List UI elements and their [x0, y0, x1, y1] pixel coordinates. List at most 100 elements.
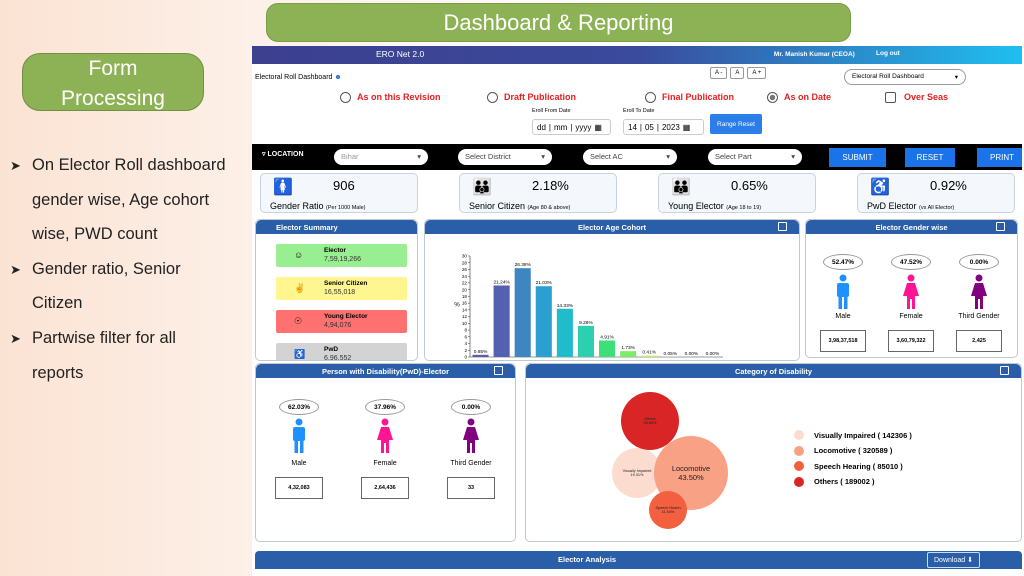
panel-title: Category of Disability — [734, 366, 813, 376]
kpi-card: 🚺 906 Gender Ratio (Per 1000 Male) — [260, 173, 418, 213]
bullet-text: Partwise filter for all — [32, 329, 176, 347]
gender-label: Male — [291, 460, 307, 467]
y-tick-label: 24 — [462, 274, 468, 279]
data-label: 4.91% — [600, 334, 614, 340]
third-gender-icon — [461, 418, 481, 456]
reset-button[interactable]: RESET — [905, 148, 955, 167]
expand-icon[interactable] — [778, 222, 787, 231]
logout-link[interactable]: Log out — [876, 50, 900, 57]
expand-icon[interactable] — [1000, 366, 1009, 375]
bullet-item: ➤ Partwise filter for all — [10, 329, 176, 348]
arrow-bullet-icon: ➤ — [10, 261, 21, 277]
kpi-value: 2.18% — [532, 178, 569, 193]
data-label: 21.03% — [536, 280, 553, 286]
ac-select[interactable]: Select AC ▾ — [583, 149, 677, 165]
bubble-percent: 19.31% — [630, 473, 644, 477]
y-tick-label: 20 — [462, 287, 468, 292]
radio-final-publication[interactable]: Final Publication — [645, 92, 734, 104]
summary-item: ♿ PwD 6,96,552 — [276, 343, 407, 360]
overseas-label: Over Seas — [904, 92, 949, 102]
download-button[interactable]: Download ⬇ — [927, 552, 980, 568]
x-tick-label: 50-59 — [557, 359, 569, 361]
elector-analysis-header: Elector Analysis Download ⬇ — [255, 551, 1022, 569]
font-decrease-button[interactable]: A - — [710, 67, 728, 79]
kpi-sublabel: (Age 18 to 19) — [726, 205, 762, 211]
gender-count: 3,60,79,322 — [888, 330, 934, 352]
overseas-checkbox[interactable]: Over Seas — [885, 92, 949, 104]
y-tick-label: 16 — [462, 301, 468, 306]
legend-name: Speech Hearing — [814, 461, 871, 471]
to-month: 05 — [644, 122, 654, 132]
bar-20-29 — [493, 285, 510, 357]
calendar-icon[interactable]: ▦ — [594, 123, 602, 132]
submit-button[interactable]: SUBMIT — [829, 148, 886, 167]
radio-as-on-this-revision[interactable]: As on this Revision — [340, 92, 441, 104]
summary-icon: ✌ — [294, 283, 306, 293]
expand-icon[interactable] — [996, 222, 1005, 231]
data-label: 0.65% — [474, 349, 488, 355]
user-label: Mr. Manish Kumar (CEOA) — [773, 51, 855, 58]
chevron-down-icon: ▾ — [666, 152, 670, 161]
third-gender-icon — [969, 274, 989, 312]
summary-item: ☉ Young Elector 4,94,076 — [276, 310, 407, 333]
from-date-input[interactable]: dd | mm | yyyy ▦ — [532, 119, 611, 135]
y-tick-label: 10 — [462, 321, 468, 326]
to-date-label: Eroll To Date — [623, 108, 655, 114]
summary-label: Young Elector — [324, 313, 368, 320]
radio-circle[interactable] — [645, 92, 656, 104]
kpi-label: PwD Elector (vs All Elector) — [867, 201, 954, 211]
user-name[interactable]: 👤 Mr. Manish Kumar (CEOA) — [764, 50, 855, 58]
part-select[interactable]: Select Part ▾ — [708, 149, 802, 165]
x-tick-label: 100-109 — [659, 359, 675, 361]
kpi-label-text: PwD Elector — [867, 201, 917, 211]
font-size-controls: A - A A + — [710, 67, 767, 79]
from-day: dd — [537, 122, 546, 132]
location-filter-bar: ▿ LOCATION Bihar ▾ Select District ▾ Selec… — [252, 144, 1022, 170]
bubble-label: Locomotive — [671, 464, 711, 473]
radio-circle[interactable] — [767, 92, 778, 104]
legend-count: 85010 — [877, 461, 899, 471]
radio-as-on-date[interactable]: As on Date — [767, 92, 831, 104]
percent-badge: 37.96% — [365, 399, 405, 415]
y-axis-label: % — [454, 303, 460, 309]
checkbox-box[interactable] — [885, 92, 896, 104]
legend-name: Visually Impaired — [814, 430, 876, 440]
location-text: LOCATION — [267, 151, 304, 158]
gender-label: Third Gender — [958, 313, 1000, 320]
female-icon — [901, 274, 921, 312]
state-select[interactable]: Bihar ▾ — [334, 149, 428, 165]
gender-panel: Elector Gender wise 52.47% Male 3,98,37,51… — [805, 219, 1018, 358]
panel-title: Elector Analysis — [558, 555, 617, 564]
legend-text: Others ( 189002 ) — [814, 477, 875, 486]
legend-item: Visually Impaired ( 142306 ) — [794, 430, 912, 440]
page-title: Electoral Roll Dashboard ☻ — [255, 74, 342, 81]
bar-50-59 — [556, 308, 573, 357]
kpi-label-text: Young Elector — [668, 201, 724, 211]
male-icon — [289, 418, 309, 456]
panel-title: Elector Gender wise — [875, 222, 948, 232]
radio-circle[interactable] — [487, 92, 498, 104]
dashboard-select[interactable]: Electoral Roll Dashboard ▾ — [844, 69, 966, 85]
data-label: 9.26% — [579, 320, 593, 326]
summary-value: 16,55,018 — [324, 289, 356, 296]
radio-circle[interactable] — [340, 92, 351, 104]
expand-icon[interactable] — [494, 366, 503, 375]
calendar-icon[interactable]: ▦ — [683, 123, 691, 132]
summary-item: ✌ Senior Citizen 16,55,018 — [276, 277, 407, 300]
section-line-1: Form — [88, 57, 138, 80]
kpi-value: 0.92% — [930, 178, 967, 193]
radio-draft-publication[interactable]: Draft Publication — [487, 92, 576, 104]
panel-header: Category of Disability — [526, 364, 1021, 378]
percent-badge: 52.47% — [823, 254, 863, 270]
font-reset-button[interactable]: A — [730, 67, 745, 79]
print-button[interactable]: PRINT — [977, 148, 1022, 167]
summary-item: ☺ Elector 7,59,19,266 — [276, 244, 407, 267]
from-month: mm — [553, 122, 568, 132]
district-select[interactable]: Select District ▾ — [458, 149, 552, 165]
bullet-text: On Elector Roll dashboard — [32, 156, 226, 174]
range-reset-button[interactable]: Range Reset — [710, 114, 762, 134]
bubble-percent: 25.65% — [643, 421, 657, 425]
kpi-icon: ♿ — [870, 179, 890, 196]
font-increase-button[interactable]: A + — [747, 67, 767, 79]
to-date-input[interactable]: 14 | 05 | 2023 ▦ — [623, 119, 704, 135]
